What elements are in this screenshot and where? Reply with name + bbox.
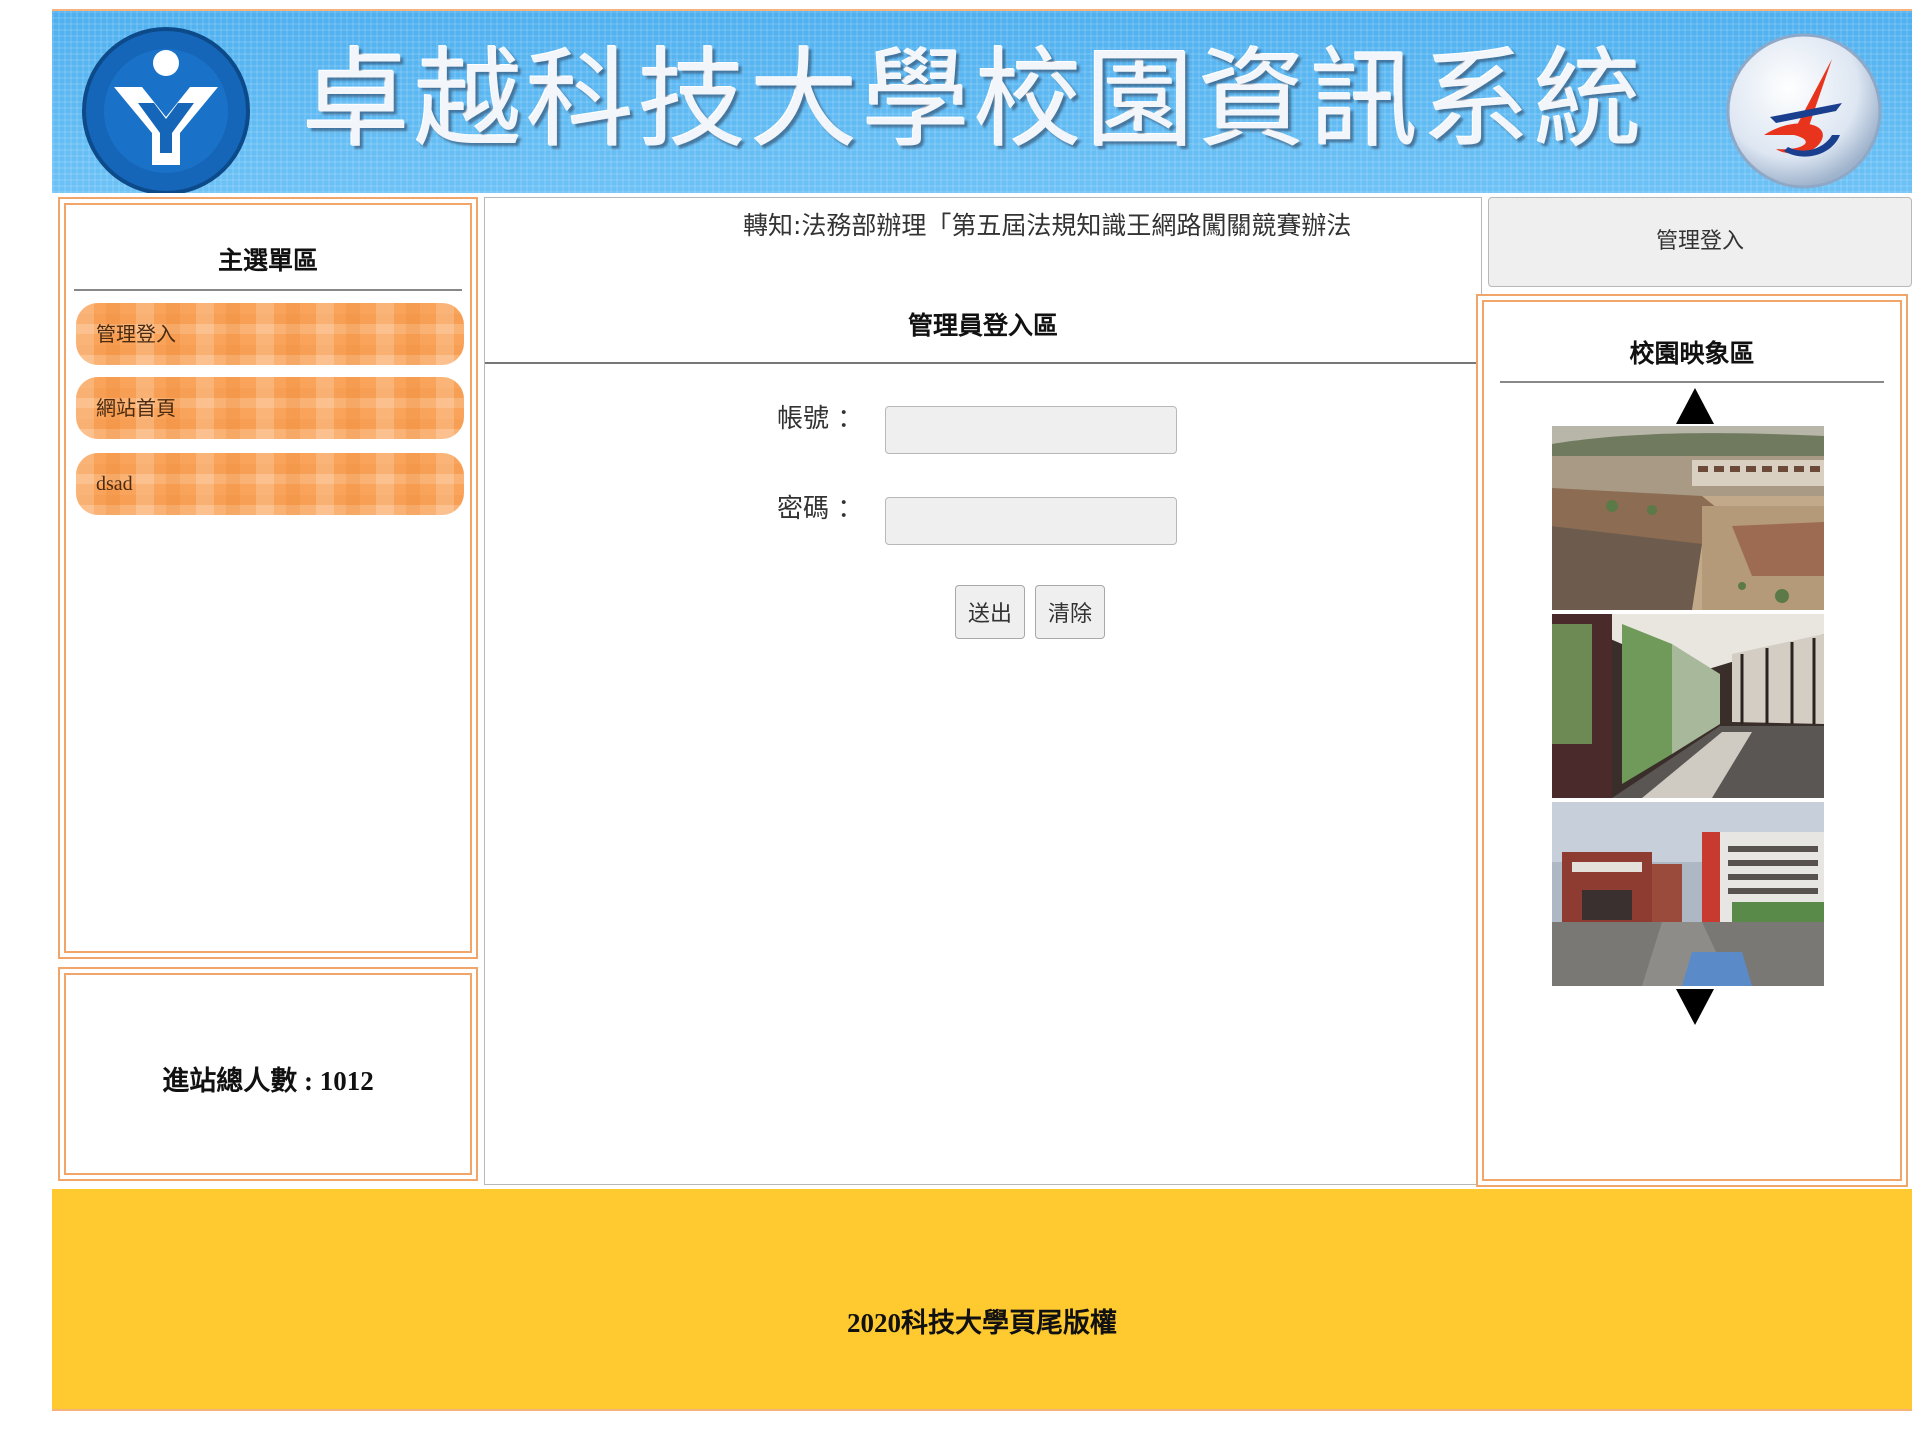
main-content-panel: 轉知:法務部辦理「第五屆法規知識王網路闖關競賽辦法 管理員登入區 帳號 ： 密碼…	[484, 197, 1482, 1185]
main-menu-title: 主選單區	[217, 246, 318, 275]
triangle-up-icon[interactable]	[1676, 388, 1714, 424]
campus-photo-corridor	[1552, 614, 1824, 798]
footer-copyright: 2020科技大學頁尾版權	[847, 1308, 1117, 1338]
news-marquee[interactable]: 轉知:法務部辦理「第五屆法規知識王網路闖關競賽辦法	[743, 206, 1463, 242]
login-area-divider	[485, 362, 1481, 364]
sidebar-item-dsad[interactable]: dsad	[76, 453, 464, 515]
visitor-count: 進站總人數 : 1012	[162, 1066, 374, 1096]
header-banner: 卓越科技大學校園資訊系統	[52, 9, 1912, 193]
campus-images-panel: 校園映象區	[1476, 294, 1908, 1187]
site-title: 卓越科技大學校園資訊系統	[302, 38, 1647, 163]
account-input[interactable]	[885, 406, 1177, 454]
campus-photo-buildings	[1552, 802, 1824, 986]
university-emblem-icon	[82, 27, 250, 193]
main-menu-divider	[74, 289, 462, 291]
sidebar-item-homepage[interactable]: 網站首頁	[76, 377, 464, 439]
submit-button[interactable]: 送出	[955, 585, 1025, 639]
triangle-down-icon[interactable]	[1676, 989, 1714, 1025]
campus-images-title: 校園映象區	[1629, 339, 1755, 368]
visitor-counter-panel: 進站總人數 : 1012	[58, 967, 478, 1181]
campus-photo-aerial	[1552, 426, 1824, 610]
login-area-title: 管理員登入區	[907, 311, 1058, 340]
clear-button[interactable]: 清除	[1035, 585, 1105, 639]
sidebar-item-admin-login[interactable]: 管理登入	[76, 303, 464, 365]
admin-login-button[interactable]: 管理登入	[1488, 197, 1912, 287]
password-input[interactable]	[885, 497, 1177, 545]
main-menu-panel: 主選單區 管理登入 網站首頁 dsad	[58, 197, 478, 959]
account-label: 帳號 ：	[777, 404, 864, 434]
footer: 2020科技大學頁尾版權	[52, 1189, 1912, 1411]
wda-logo-icon	[1726, 33, 1882, 189]
campus-images-divider	[1500, 381, 1884, 383]
page-frame: 卓越科技大學校園資訊系統 主選單區 管理登入 網站首頁 dsad 進站總人數 :…	[52, 9, 1912, 1411]
password-label: 密碼 ：	[777, 494, 864, 524]
